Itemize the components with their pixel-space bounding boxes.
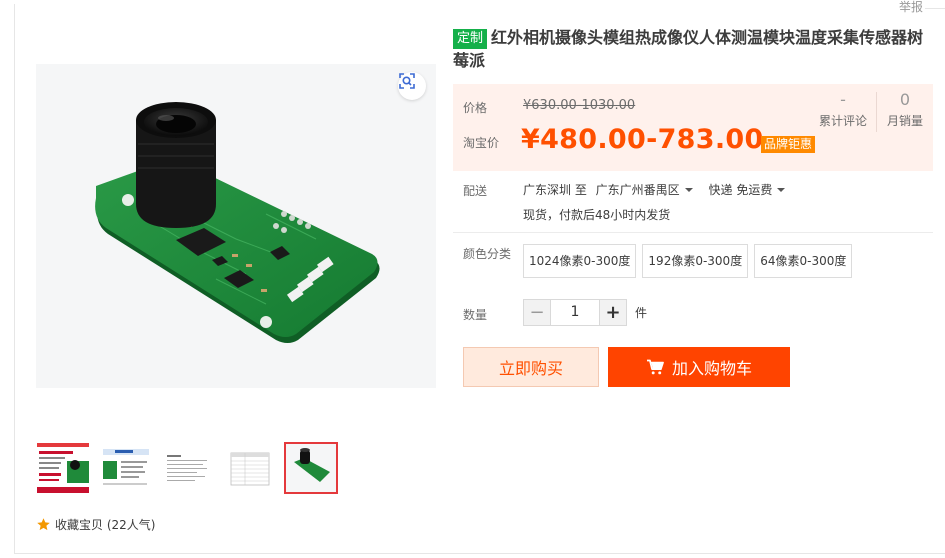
favorite-label: 收藏宝贝 (22人气) [55,518,156,532]
monthly-sales-count: 0 [899,90,911,109]
zoom-button[interactable] [398,72,426,100]
quantity-label: 数量 [463,308,488,322]
quantity-minus-button[interactable]: − [523,299,551,326]
ship-to-selector[interactable]: 广东广州番禺区 [596,183,693,197]
reviews-stat[interactable]: - 累计评论 [815,90,871,130]
thumbnail-2[interactable] [98,442,152,494]
add-to-cart-label: 加入购物车 [671,359,752,378]
quantity-input[interactable]: 1 [551,299,599,326]
divider [925,8,945,9]
divider [453,232,933,233]
current-price: ¥480.00-783.00 [521,124,764,155]
ship-note: 现货，付款后48小时内发货 [523,208,671,222]
thumbnail-1[interactable] [36,442,90,494]
sku-option-1[interactable]: 1024像素0-300度 [523,244,637,278]
main-product-image[interactable] [36,64,436,388]
ship-method: 快递 免运费 [708,183,773,197]
ship-to: 广东广州番禺区 [595,183,680,197]
pcb-camera-module-illustration [95,102,380,343]
price-label: 价格 [463,101,488,115]
product-title-text: 红外相机摄像头模组热成像仪人体测温模块温度采集传感器树莓派 [453,28,924,70]
sku-options: 1024像素0-300度 192像素0-300度 64像素0-300度 [523,244,853,278]
thumbnail-5-selected[interactable] [284,442,338,494]
reviews-label: 累计评论 [818,114,867,128]
monthly-sales-label: 月销量 [886,114,923,128]
product-title: 定制 红外相机摄像头模组热成像仪人体测温模块温度采集传感器树莓派 [453,26,933,72]
custom-tag: 定制 [453,29,488,49]
original-price: ¥630.00-1030.00 [523,98,636,113]
add-to-cart-button[interactable]: 加入购物车 [608,347,790,387]
sku-option-3[interactable]: 64像素0-300度 [754,244,853,278]
chevron-down-icon [684,188,693,192]
shipping-row: 广东深圳 至 广东广州番禺区 快递 免运费 [523,181,786,198]
quantity-plus-button[interactable]: + [599,299,627,326]
brand-discount-badge: 品牌钜惠 [761,136,816,153]
star-icon [37,518,50,531]
shipping-label: 配送 [463,184,488,198]
quantity-unit: 件 [635,306,648,320]
sku-option-2[interactable]: 192像素0-300度 [642,244,749,278]
thumbnail-4[interactable] [222,442,276,494]
report-link[interactable]: 举报 [899,0,923,15]
thumbnail-strip [36,442,338,494]
buy-now-button[interactable]: 立即购买 [463,347,599,387]
price-box: 价格 ¥630.00-1030.00 淘宝价 ¥480.00-783.00 品牌… [453,84,933,171]
favorite-button[interactable]: 收藏宝贝 (22人气) [36,516,155,533]
chevron-down-icon [777,188,786,192]
sku-label: 颜色分类 [463,247,512,261]
monthly-sales-stat: 0 月销量 [881,90,929,130]
thumbnail-3[interactable] [160,442,214,494]
ship-method-selector[interactable]: 快递 免运费 [709,183,786,197]
reviews-count: - [840,90,846,109]
taobao-price-label: 淘宝价 [463,136,500,150]
zoom-scan-icon [399,73,415,89]
ship-from: 广东深圳 至 [523,183,587,197]
shopping-cart-icon [646,359,664,375]
quantity-stepper: − 1 + 件 [523,299,647,326]
stat-divider [876,92,877,132]
